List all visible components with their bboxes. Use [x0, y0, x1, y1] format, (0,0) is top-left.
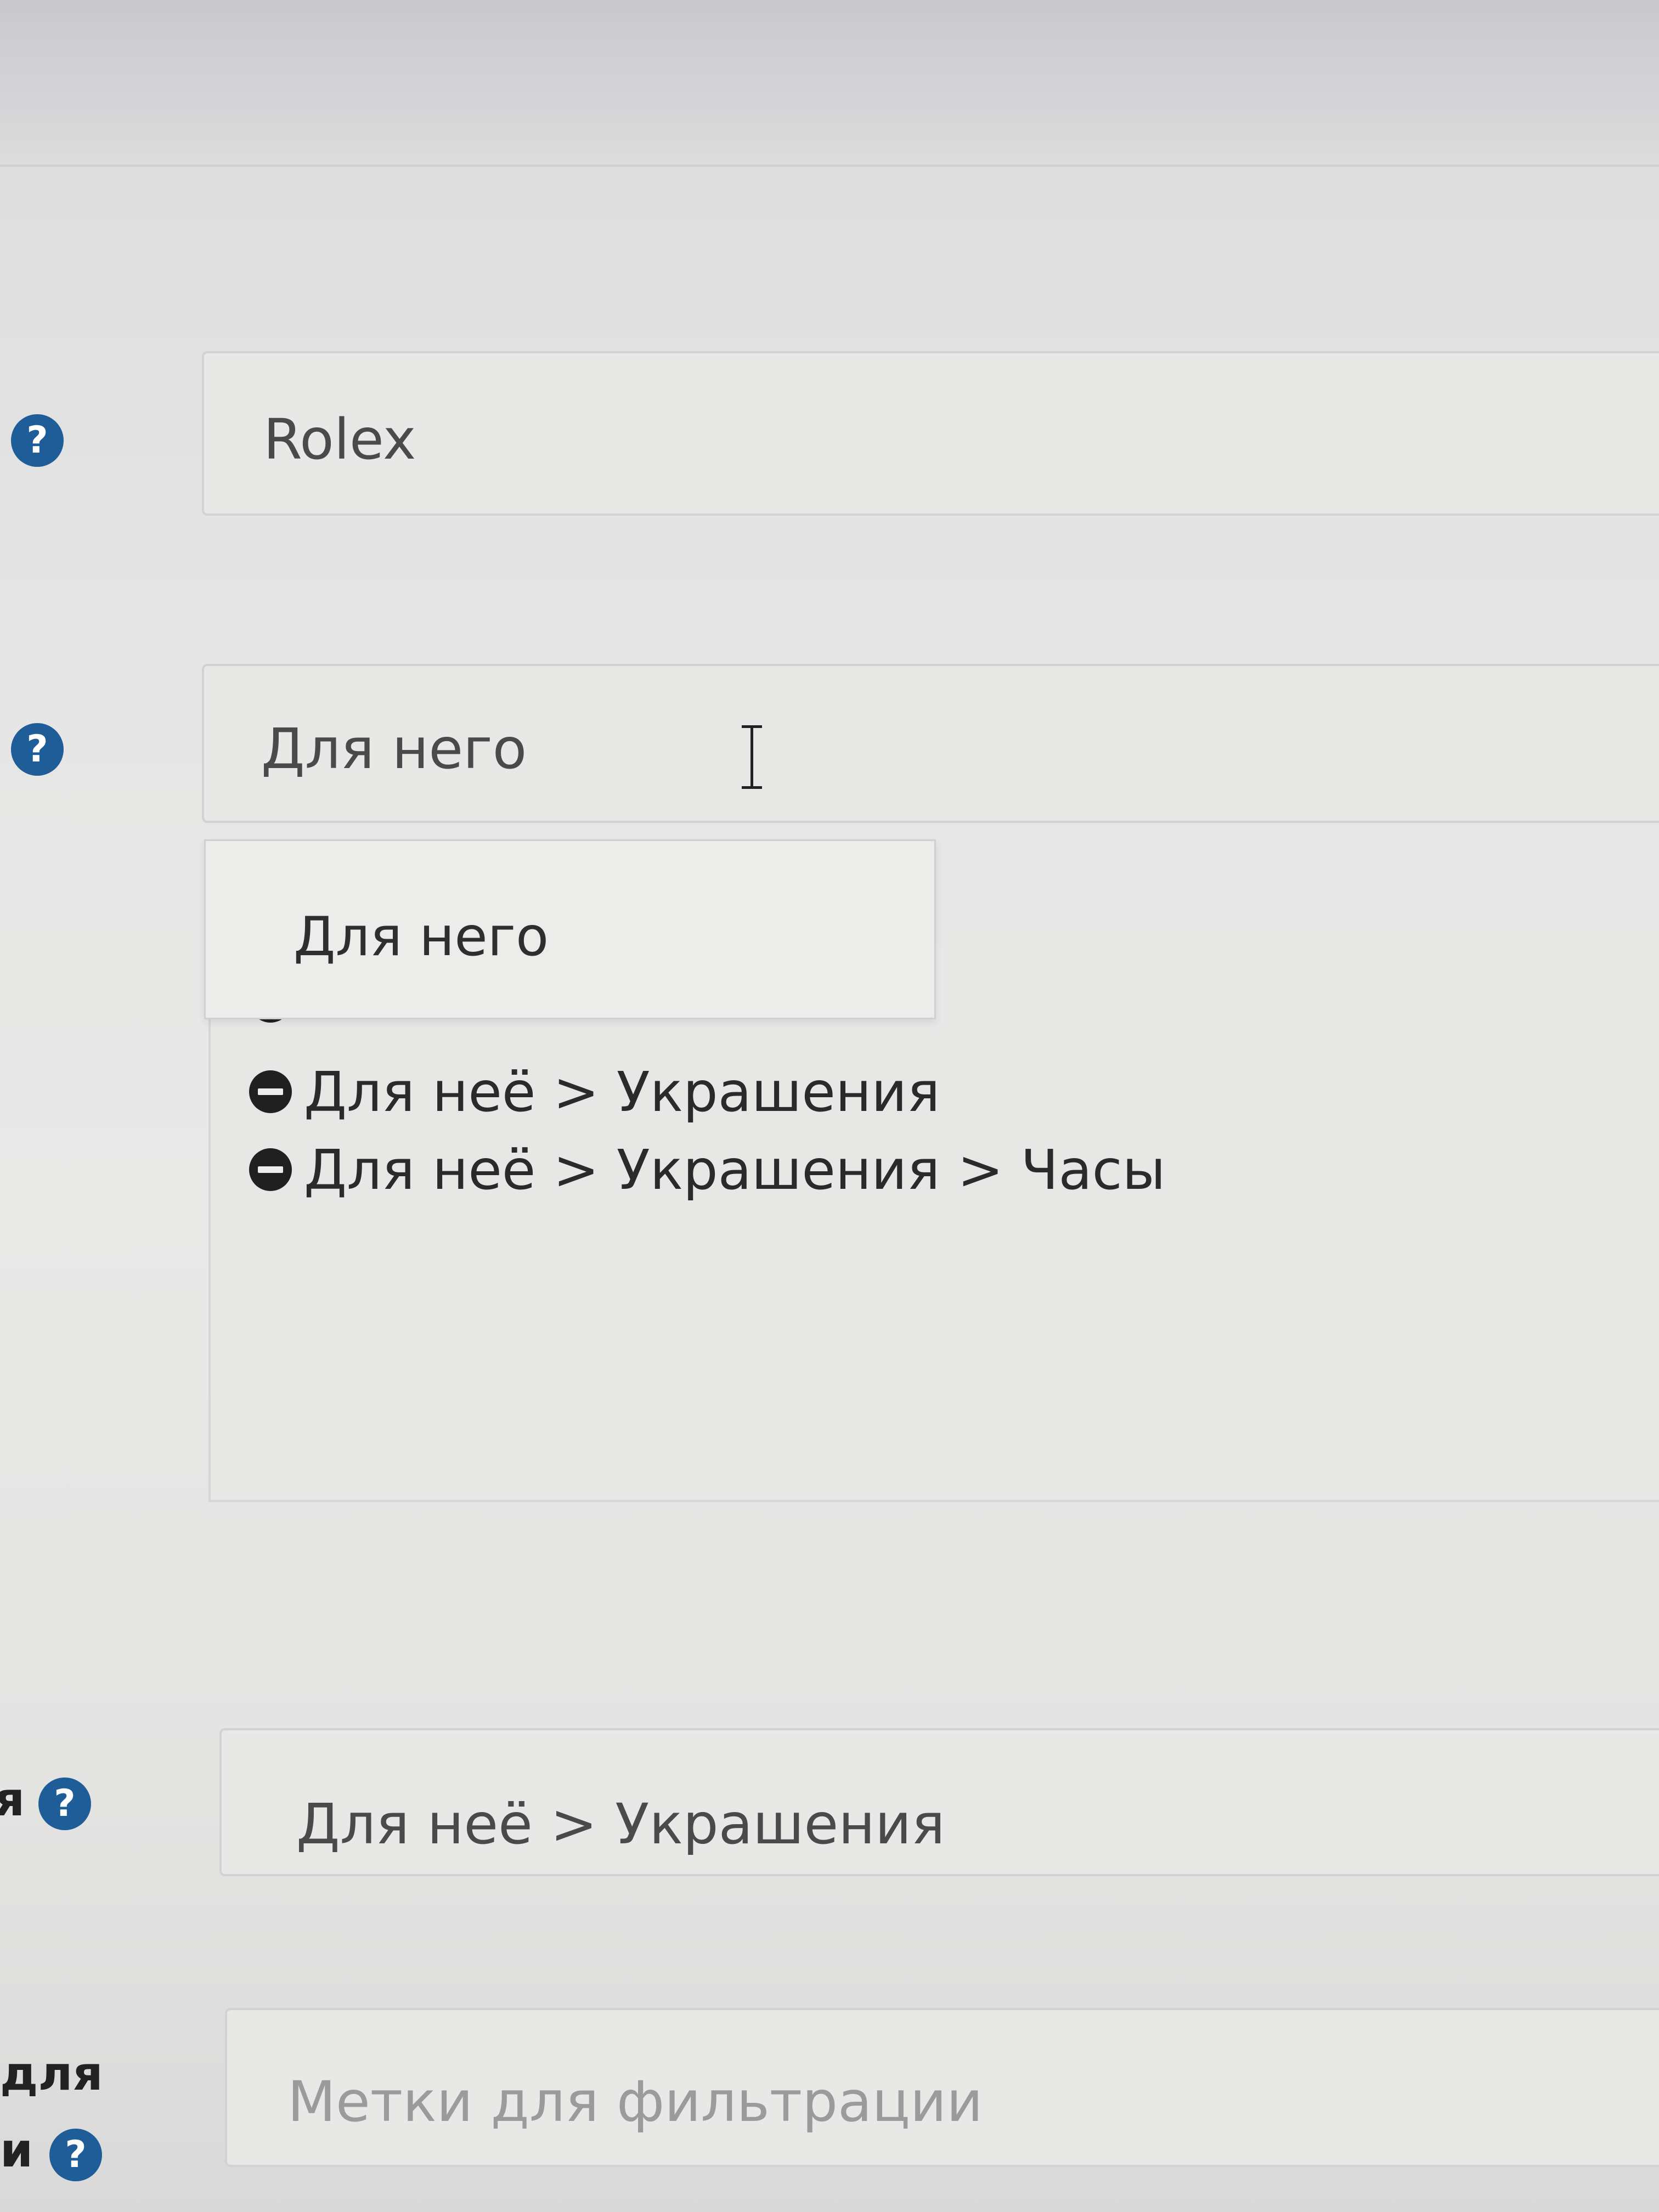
filters-label: и: [0, 2123, 33, 2178]
category-path: Для неё > Украшения > Часы: [304, 1137, 1166, 1202]
remove-icon[interactable]: [249, 1148, 292, 1191]
list-item: Для неё > Украшения: [249, 1059, 940, 1125]
help-icon[interactable]: ?: [49, 2129, 102, 2181]
manufacturer-value: Rolex: [263, 407, 416, 472]
remove-icon[interactable]: [249, 1070, 292, 1113]
categories-input[interactable]: Для него: [202, 664, 1659, 823]
selected-categories-list: Для неё > Украшения Для неё > Украшения …: [208, 1012, 1659, 1502]
main-category-value: Для неё > Украшения: [296, 1792, 945, 1857]
filters-label: для: [0, 2046, 103, 2101]
filter-tags-placeholder: Метки для фильтрации: [287, 2069, 983, 2135]
autocomplete-option[interactable]: Для него: [294, 906, 549, 968]
help-icon[interactable]: ?: [11, 723, 64, 776]
filter-tags-input[interactable]: Метки для фильтрации: [225, 2008, 1659, 2167]
divider: [0, 165, 1659, 167]
category-path: Для неё > Украшения: [304, 1059, 940, 1124]
manufacturer-field[interactable]: Rolex: [202, 351, 1659, 516]
categories-input-value: Для него: [261, 716, 527, 782]
screen-top-area: [0, 0, 1659, 165]
main-category-field[interactable]: Для неё > Украшения: [219, 1728, 1659, 1876]
list-item: Для неё > Украшения > Часы: [249, 1137, 1166, 1203]
text-cursor-icon: [735, 724, 768, 790]
help-icon[interactable]: ?: [11, 414, 64, 467]
help-icon[interactable]: ?: [38, 1778, 91, 1830]
field-label-truncated: я: [0, 1772, 25, 1827]
autocomplete-dropdown: Для него: [204, 839, 936, 1019]
